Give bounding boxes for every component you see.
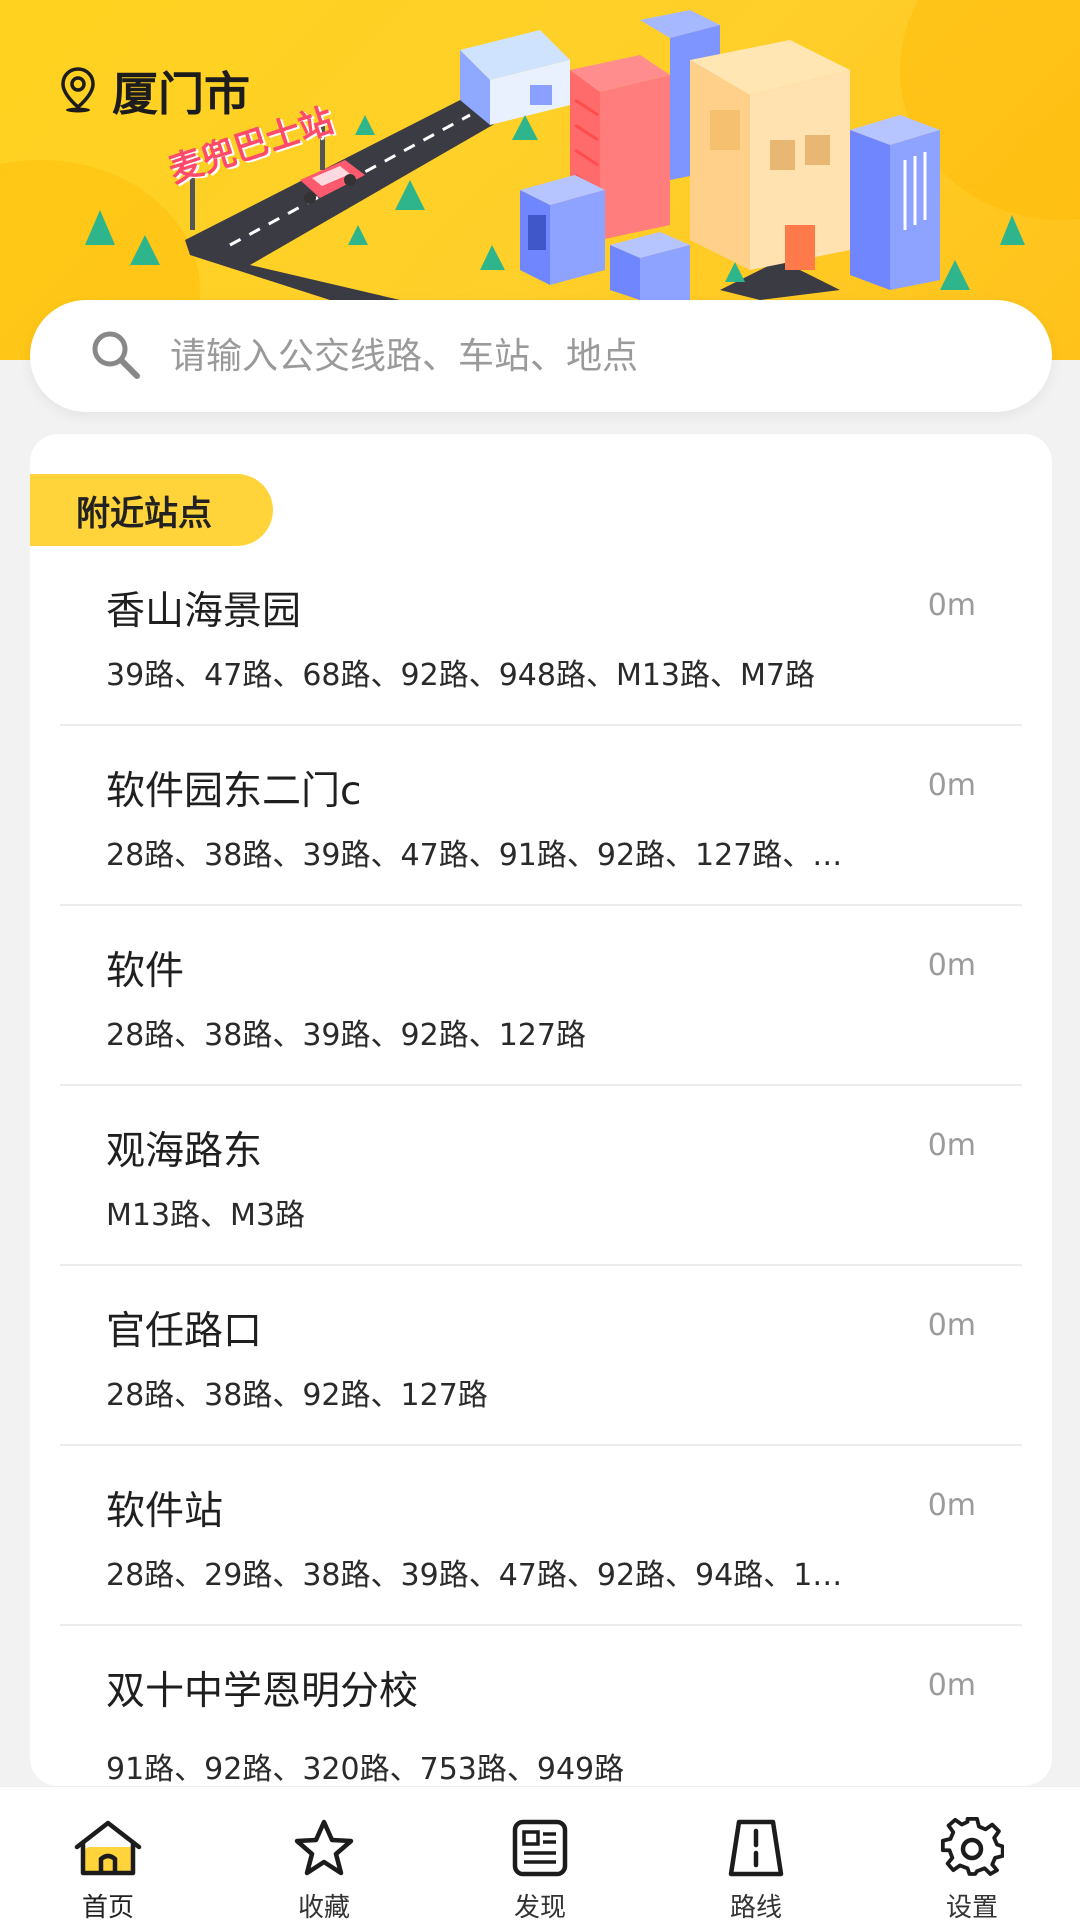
station-distance: 0m <box>927 948 976 983</box>
list-item[interactable]: 观海路东 0m M13路、M3路 <box>60 1086 1022 1266</box>
search-bar[interactable] <box>30 300 1052 412</box>
list-item[interactable]: 软件站 0m 28路、29路、38路、39路、47路、92路、94路、1… <box>60 1446 1022 1626</box>
beige-building-illustration <box>690 40 850 270</box>
tab-label: 收藏 <box>297 1893 350 1920</box>
station-routes: 39路、47路、68路、92路、948路、M13路、M7路 <box>106 658 815 693</box>
station-distance: 0m <box>927 588 976 623</box>
tab-label: 路线 <box>729 1893 782 1920</box>
search-icon <box>88 327 142 385</box>
station-routes: 91路、92路、320路、753路、949路 <box>106 1752 625 1786</box>
list-item[interactable]: 官任路口 0m 28路、38路、92路、127路 <box>60 1266 1022 1446</box>
bottom-tab-bar: 首页 收藏 发现 路线 设置 <box>0 1786 1080 1920</box>
station-name: 观海路东 <box>106 1129 263 1174</box>
garage-illustration <box>460 30 570 125</box>
tab-label: 发现 <box>513 1893 566 1920</box>
tab-label: 首页 <box>81 1893 134 1920</box>
station-name: 香山海景园 <box>106 589 302 634</box>
city-name: 厦门市 <box>112 67 250 121</box>
list-item[interactable]: 软件 0m 28路、38路、39路、92路、127路 <box>60 906 1022 1086</box>
station-routes: 28路、38路、39路、92路、127路 <box>106 1018 586 1053</box>
list-item[interactable]: 软件园东二门c 0m 28路、38路、39路、47路、91路、92路、127路、… <box>60 726 1022 906</box>
tab-favorites[interactable]: 收藏 <box>216 1787 432 1920</box>
station-distance: 0m <box>927 768 976 803</box>
gear-icon <box>940 1817 1005 1883</box>
tab-settings[interactable]: 设置 <box>864 1787 1080 1920</box>
nearby-stations-card: 附近站点 香山海景园 0m 39路、47路、68路、92路、948路、M13路、… <box>30 434 1052 1786</box>
station-name: 软件站 <box>106 1489 224 1534</box>
right-blue-tower-illustration <box>850 115 940 290</box>
home-icon <box>73 1817 143 1883</box>
news-icon <box>509 1817 571 1883</box>
station-list: 香山海景园 0m 39路、47路、68路、92路、948路、M13路、M7路 软… <box>30 546 1052 1786</box>
location-pin-icon <box>58 65 98 117</box>
station-name: 官任路口 <box>106 1309 263 1354</box>
tab-label: 设置 <box>945 1893 998 1920</box>
tab-home[interactable]: 首页 <box>0 1787 216 1920</box>
list-item[interactable]: 香山海景园 0m 39路、47路、68路、92路、948路、M13路、M7路 <box>60 546 1022 726</box>
station-name: 软件园东二门c <box>106 769 362 814</box>
station-routes: 28路、38路、39路、47路、91路、92路、127路、… <box>106 838 843 873</box>
star-icon <box>291 1817 357 1883</box>
station-routes: 28路、29路、38路、39路、47路、92路、94路、1… <box>106 1558 843 1593</box>
station-name: 双十中学恩明分校 <box>106 1669 419 1714</box>
station-routes: 28路、38路、92路、127路 <box>106 1378 488 1413</box>
station-distance: 0m <box>927 1488 976 1523</box>
station-name: 软件 <box>106 949 185 994</box>
tab-routes[interactable]: 路线 <box>648 1787 864 1920</box>
station-distance: 0m <box>927 1128 976 1163</box>
list-item[interactable]: 双十中学恩明分校 0m 91路、92路、320路、753路、949路 <box>60 1626 1022 1786</box>
search-input[interactable] <box>170 335 970 377</box>
station-distance: 0m <box>927 1668 976 1703</box>
city-selector[interactable]: 厦门市 <box>58 58 250 124</box>
section-title: 附近站点 <box>30 474 273 546</box>
station-distance: 0m <box>927 1308 976 1343</box>
station-routes: M13路、M3路 <box>106 1198 306 1233</box>
tab-discover[interactable]: 发现 <box>432 1787 648 1920</box>
road-icon <box>723 1817 789 1883</box>
